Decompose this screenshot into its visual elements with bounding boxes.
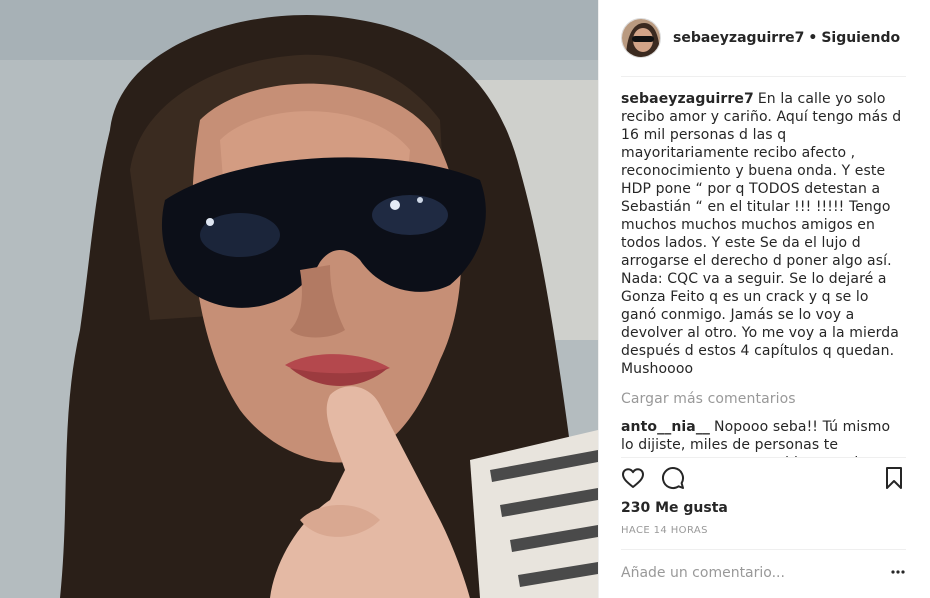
follow-status-button[interactable]: Siguiendo xyxy=(821,30,900,46)
actions-divider xyxy=(621,457,906,458)
add-comment-divider xyxy=(621,549,906,550)
caption-text: En la calle yo solo recibo amor y cariño… xyxy=(621,91,902,377)
post-photo[interactable] xyxy=(0,0,598,598)
list-item: anto__nia__ Nopooo seba!! Tú mismo lo dij… xyxy=(621,418,905,457)
caption-username[interactable]: sebaeyzaguirre7 xyxy=(621,91,754,107)
separator-dot: • xyxy=(808,30,818,46)
header-divider xyxy=(621,76,906,77)
comment-username[interactable]: anto__nia__ xyxy=(621,419,710,435)
avatar-image xyxy=(622,19,660,57)
add-comment-input[interactable] xyxy=(621,563,871,583)
post-detail-panel: sebaeyzaguirre7 • Siguiendo sebaeyzaguirre… xyxy=(598,0,930,598)
person-photo-illustration xyxy=(0,0,598,598)
heart-icon[interactable] xyxy=(621,466,645,494)
post-actions-bar xyxy=(621,464,911,492)
likes-count[interactable]: 230 Me gusta xyxy=(621,500,728,516)
caption: sebaeyzaguirre7 En la calle yo solo recib… xyxy=(621,90,905,378)
comment-icon[interactable] xyxy=(661,466,685,494)
author-avatar[interactable] xyxy=(621,18,661,58)
post-header: sebaeyzaguirre7 • Siguiendo xyxy=(599,0,930,76)
comments-list[interactable]: sebaeyzaguirre7 En la calle yo solo recib… xyxy=(621,90,905,457)
author-username[interactable]: sebaeyzaguirre7 xyxy=(673,30,804,46)
load-more-comments-button[interactable]: Cargar más comentarios xyxy=(621,390,905,408)
more-options-icon[interactable] xyxy=(890,564,906,580)
bookmark-icon[interactable] xyxy=(883,466,905,494)
post-timestamp[interactable]: HACE 14 HORAS xyxy=(621,525,708,536)
